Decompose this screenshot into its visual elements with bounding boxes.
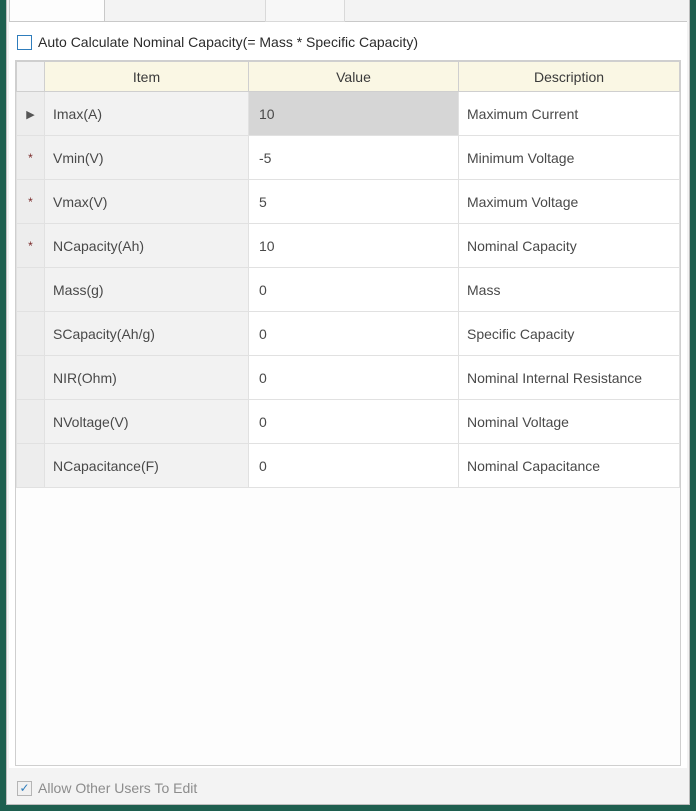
auto-calc-row[interactable]: Auto Calculate Nominal Capacity(= Mass *… bbox=[15, 30, 681, 54]
cell-item[interactable]: Vmax(V) bbox=[45, 180, 249, 224]
table-row[interactable]: *NCapacity(Ah)10Nominal Capacity bbox=[17, 224, 680, 268]
table-row[interactable]: NIR(Ohm)0Nominal Internal Resistance bbox=[17, 356, 680, 400]
cell-desc: Maximum Voltage bbox=[459, 180, 680, 224]
cell-item[interactable]: Imax(A) bbox=[45, 92, 249, 136]
allow-others-label: Allow Other Users To Edit bbox=[38, 780, 197, 796]
table-row[interactable]: ▶Imax(A)10Maximum Current bbox=[17, 92, 680, 136]
row-marker bbox=[17, 268, 45, 312]
row-marker bbox=[17, 312, 45, 356]
parameters-grid: Item Value Description ▶Imax(A)10Maximum… bbox=[15, 60, 681, 766]
cell-value[interactable]: 0 bbox=[249, 444, 459, 488]
table-row[interactable]: Mass(g)0Mass bbox=[17, 268, 680, 312]
header-value[interactable]: Value bbox=[249, 62, 459, 92]
auto-calc-checkbox[interactable] bbox=[17, 35, 32, 50]
panel-body: Auto Calculate Nominal Capacity(= Mass *… bbox=[9, 22, 687, 768]
table-row[interactable]: NVoltage(V)0Nominal Voltage bbox=[17, 400, 680, 444]
row-marker: * bbox=[17, 224, 45, 268]
cell-value[interactable]: -5 bbox=[249, 136, 459, 180]
row-marker bbox=[17, 400, 45, 444]
row-marker: * bbox=[17, 136, 45, 180]
cell-item[interactable]: NCapacitance(F) bbox=[45, 444, 249, 488]
cell-desc: Maximum Current bbox=[459, 92, 680, 136]
table-row[interactable]: NCapacitance(F)0Nominal Capacitance bbox=[17, 444, 680, 488]
cell-value[interactable]: 0 bbox=[249, 356, 459, 400]
header-row: Item Value Description bbox=[17, 62, 680, 92]
cell-desc: Nominal Capacity bbox=[459, 224, 680, 268]
row-marker: * bbox=[17, 180, 45, 224]
cell-value[interactable]: 10 bbox=[249, 92, 459, 136]
auto-calc-label: Auto Calculate Nominal Capacity(= Mass *… bbox=[38, 34, 418, 50]
tab-active[interactable] bbox=[9, 0, 105, 22]
table-row[interactable]: *Vmin(V)-5Minimum Voltage bbox=[17, 136, 680, 180]
panel-frame: Auto Calculate Nominal Capacity(= Mass *… bbox=[6, 0, 690, 805]
cell-desc: Mass bbox=[459, 268, 680, 312]
parameters-table: Item Value Description ▶Imax(A)10Maximum… bbox=[16, 61, 680, 488]
table-row[interactable]: SCapacity(Ah/g)0Specific Capacity bbox=[17, 312, 680, 356]
grid-empty-area bbox=[16, 488, 680, 765]
header-gutter bbox=[17, 62, 45, 92]
cell-value[interactable]: 10 bbox=[249, 224, 459, 268]
cell-item[interactable]: NVoltage(V) bbox=[45, 400, 249, 444]
cell-item[interactable]: SCapacity(Ah/g) bbox=[45, 312, 249, 356]
row-marker bbox=[17, 356, 45, 400]
cell-desc: Nominal Capacitance bbox=[459, 444, 680, 488]
tab-strip bbox=[9, 0, 687, 22]
row-marker bbox=[17, 444, 45, 488]
cell-value[interactable]: 0 bbox=[249, 400, 459, 444]
footer-bar: Allow Other Users To Edit bbox=[9, 772, 687, 804]
cell-desc: Nominal Internal Resistance bbox=[459, 356, 680, 400]
cell-value[interactable]: 0 bbox=[249, 268, 459, 312]
cell-item[interactable]: NIR(Ohm) bbox=[45, 356, 249, 400]
allow-others-checkbox bbox=[17, 781, 32, 796]
cell-item[interactable]: NCapacity(Ah) bbox=[45, 224, 249, 268]
header-item[interactable]: Item bbox=[45, 62, 249, 92]
row-marker: ▶ bbox=[17, 92, 45, 136]
cell-item[interactable]: Mass(g) bbox=[45, 268, 249, 312]
header-desc[interactable]: Description bbox=[459, 62, 680, 92]
cell-item[interactable]: Vmin(V) bbox=[45, 136, 249, 180]
cell-desc: Specific Capacity bbox=[459, 312, 680, 356]
cell-value[interactable]: 5 bbox=[249, 180, 459, 224]
table-row[interactable]: *Vmax(V)5Maximum Voltage bbox=[17, 180, 680, 224]
cell-desc: Nominal Voltage bbox=[459, 400, 680, 444]
cell-desc: Minimum Voltage bbox=[459, 136, 680, 180]
cell-value[interactable]: 0 bbox=[249, 312, 459, 356]
tab-ghost[interactable] bbox=[265, 0, 345, 22]
